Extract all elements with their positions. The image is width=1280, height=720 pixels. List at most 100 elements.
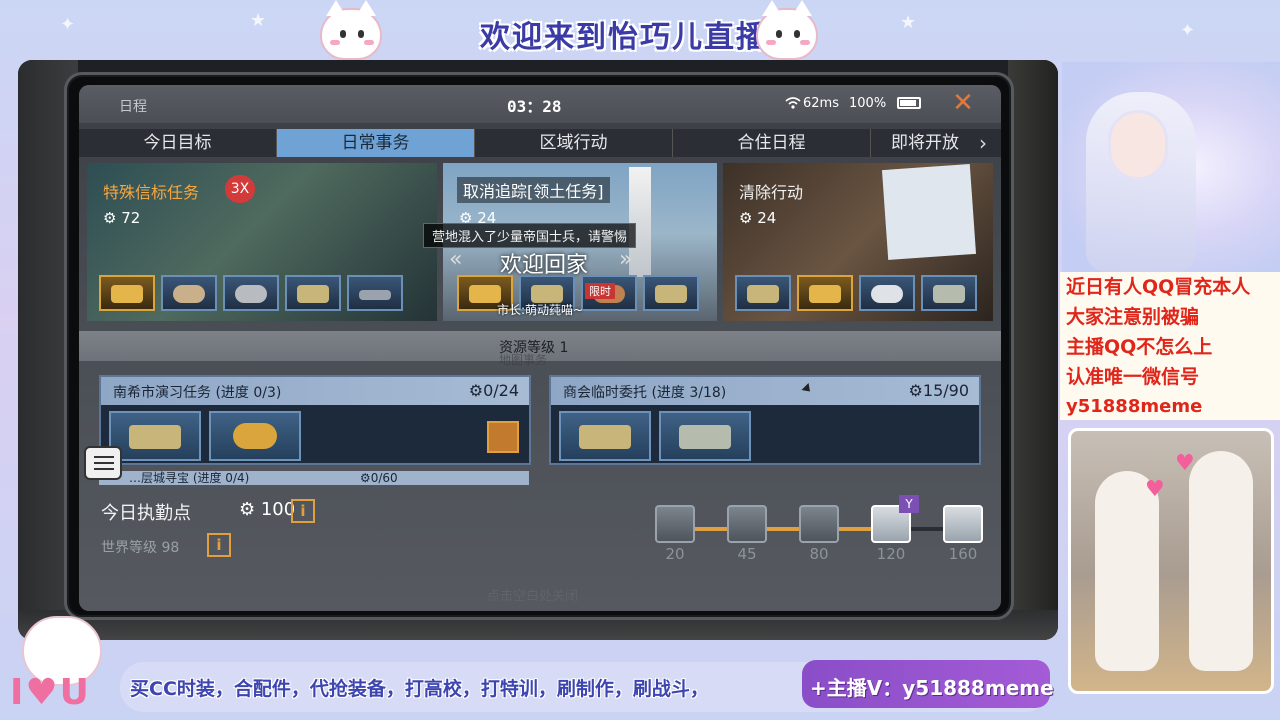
duty-progress-fill [689,527,887,531]
task-name: 南希市演习任务 (进度 0/3) [113,385,282,401]
star-decoration: ✦ [60,14,76,35]
tab-today-goals[interactable]: 今日目标 [79,129,277,157]
tab-next-arrow-icon[interactable]: › [979,131,987,155]
reward-item-coins[interactable] [223,275,279,311]
task-points: ⚙15/90 [908,381,969,400]
milestone-chest[interactable] [727,505,767,543]
milestone-label: 45 [737,545,757,563]
camp-warning-popup: 营地混入了少量帝国士兵，请警惕 [423,223,637,248]
tab-bar: 今日目标 日常事务 区域行动 合住日程 即将开放 › [79,129,1001,157]
task-panel[interactable]: 南希市演习任务 (进度 0/3) ⚙0/24 [99,375,531,465]
ping-readout: 62ms [803,96,839,111]
duty-info-button[interactable]: i [291,499,315,523]
schedule-screen: 日程 03：28 62ms 100% ✕ 今日目标 日常事务 区域行动 合住日程… [79,85,1001,611]
task-points-value: 0/24 [483,381,519,400]
battery-readout: 100% [849,96,887,111]
clock: 03：28 [507,97,562,116]
task-header: 商会临时委托 (进度 3/18) ⚙15/90 [551,377,979,405]
logo-i-love-u: I♥U [10,672,91,713]
notice-line: 认准唯一微信号 [1066,366,1200,388]
tab-daily-affairs[interactable]: 日常事务 [277,129,475,157]
notice-line: 主播QQ不怎么上 [1066,336,1213,358]
resource-level-bar: 地图事务 资源等级 1 [79,331,1001,367]
reward-item-cash[interactable] [659,411,751,461]
wechat-id: y51888meme [1066,396,1203,417]
star-decoration: ★ [250,10,267,31]
task-name: …层城寻宝 (进度 0/4) ⚙0/60 [129,471,398,485]
card-cost-value: 24 [757,209,777,227]
task-panel[interactable]: 商会临时委托 (进度 3/18) ⚙15/90 [549,375,981,465]
milestone-label: 120 [876,545,906,563]
mission-card[interactable]: 清除行动 ⚙ 24 [723,163,993,321]
chevron-right-icon: » [619,247,633,272]
cat-video: ♥ ♥ [1068,428,1274,694]
card-cost-value: 72 [121,209,141,227]
notes-icon[interactable] [84,446,122,480]
reward-item-gold-bar[interactable] [99,275,155,311]
heart-icon: ♥ [1175,451,1195,476]
card-title: 取消追踪[领土任务] [457,177,610,203]
duty-points-value: ⚙ 100 [239,499,296,520]
reward-item-crystal[interactable] [859,275,915,311]
game-background [1008,60,1058,640]
notice-line: 大家注意别被骗 [1066,306,1200,328]
card-title: 特殊信标任务 [103,183,200,202]
streamer-notice: 近日有人QQ冒充本人 大家注意别被骗 主播QQ不怎么上 认准唯一微信号 y518… [1060,272,1280,420]
cat-mascot-icon [756,0,818,60]
duty-points-label: 今日执勤点 [101,503,191,524]
vip-badge: Y [899,495,919,513]
milestone-chest[interactable] [943,505,983,543]
task-header: 南希市演习任务 (进度 0/3) ⚙0/24 [101,377,529,405]
tab-coming-soon[interactable]: 即将开放 [871,129,979,157]
cat-mascot-icon [320,0,382,60]
anime-girl-face [1108,110,1168,180]
task-points: ⚙0/24 [468,381,519,400]
reward-item-component[interactable] [347,275,403,311]
reward-item-documents[interactable] [643,275,699,311]
task-name: 商会临时委托 (进度 3/18) [563,385,727,401]
promo-text: 买CC时装，合配件，代抢装备，打高校，打特训，刷制作，刷战斗， [130,678,709,700]
card-cost: ⚙ 24 [739,209,777,227]
welcome-text: 欢迎回家 [499,253,588,278]
heart-icon: ♥ [1145,477,1165,502]
card-title: 清除行动 [739,183,804,202]
mission-card[interactable]: 特殊信标任务 3X ⚙ 72 [87,163,437,321]
wanted-poster-image [881,164,977,260]
reward-item-documents[interactable] [735,275,791,311]
reward-item-documents[interactable] [559,411,651,461]
multiplier-badge: 3X [225,175,255,203]
battery-icon [897,97,921,109]
top-banner: 欢迎来到怡巧儿直播间 [310,0,970,60]
task-panel-partial[interactable]: …层城寻宝 (进度 0/4) ⚙0/60 [99,471,529,485]
wifi-icon [785,97,801,109]
milestone-label: 160 [948,545,978,563]
notice-line: 近日有人QQ冒充本人 [1066,276,1251,298]
reward-item-documents[interactable] [109,411,201,461]
reward-item-tool[interactable] [161,275,217,311]
reward-item-documents[interactable] [285,275,341,311]
milestone-chest[interactable] [799,505,839,543]
reward-item-badge[interactable] [209,411,301,461]
reward-item-gold-bar[interactable] [797,275,853,311]
mayor-message: 市长:萌动莼喵~ [497,303,584,317]
app-title: 日程 [119,99,147,115]
milestone-chest[interactable] [655,505,695,543]
card-cost: ⚙ 72 [103,209,141,227]
cat-right [1189,451,1253,671]
close-hint[interactable]: 点击空白处关闭 [487,585,578,604]
task-points-value: 15/90 [922,381,969,400]
schedule-tablet: 日程 03：28 62ms 100% ✕ 今日目标 日常事务 区域行动 合住日程… [64,72,1014,620]
world-level-info-button[interactable]: i [207,533,231,557]
milestone-label: 20 [665,545,685,563]
promo-contact: +主播V：y51888meme [810,676,1054,700]
tab-shared-schedule[interactable]: 合住日程 [673,129,871,157]
status-bar: 日程 03：28 62ms 100% ✕ [79,85,1001,123]
resource-level-label: 资源等级 1 [499,340,569,356]
limited-tag: 限时 [585,283,615,299]
world-level: 世界等级 98 [101,540,180,556]
close-button[interactable]: ✕ [949,89,977,117]
tab-area-operations[interactable]: 区域行动 [475,129,673,157]
flag-icon[interactable] [487,421,519,453]
reward-item-cash[interactable] [921,275,977,311]
milestone-label: 80 [809,545,829,563]
